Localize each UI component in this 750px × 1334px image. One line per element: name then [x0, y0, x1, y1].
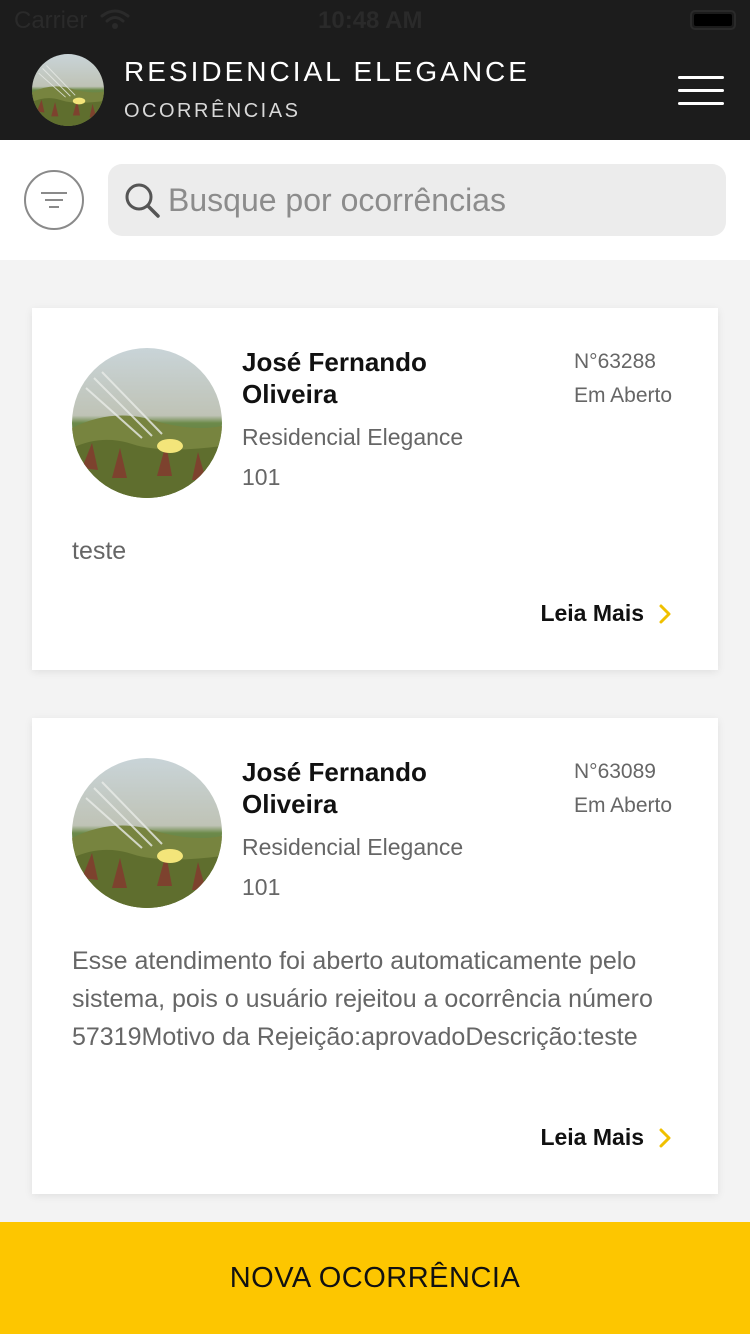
- read-more-button[interactable]: Leia Mais: [540, 600, 672, 627]
- battery-icon: [690, 10, 736, 30]
- search-toolbar: [0, 140, 750, 260]
- occurrence-number: N°63288: [574, 350, 656, 373]
- occurrence-card[interactable]: José Fernando Oliveira Residencial Elega…: [32, 308, 718, 670]
- status-time: 10:48 AM: [318, 7, 423, 34]
- occurrence-status: Em Aberto: [574, 794, 673, 817]
- app-header: Carrier 10:48 AM RESIDENCIAL ELEGANCE OC…: [0, 0, 750, 140]
- section-subtitle: OCORRÊNCIAS: [124, 100, 301, 122]
- user-avatar: [72, 348, 222, 498]
- read-more-button[interactable]: Leia Mais: [540, 1124, 672, 1151]
- occurrence-description: teste: [72, 537, 127, 565]
- menu-icon[interactable]: [678, 76, 724, 106]
- status-bar: Carrier 10:48 AM: [0, 0, 750, 40]
- condo-name: Residencial Elegance: [242, 834, 464, 860]
- occurrence-card[interactable]: José Fernando Oliveira Residencial Elega…: [32, 718, 718, 1194]
- occurrence-number: N°63089: [574, 760, 656, 783]
- chevron-right-icon: [659, 1128, 671, 1147]
- carrier-label: Carrier: [14, 7, 88, 34]
- user-avatar: [72, 758, 222, 908]
- new-occurrence-button[interactable]: NOVA OCORRÊNCIA: [0, 1222, 750, 1334]
- user-name: José Fernando Oliveira: [242, 757, 427, 819]
- read-more-label: Leia Mais: [540, 600, 644, 626]
- condo-title: RESIDENCIAL ELEGANCE: [124, 56, 530, 87]
- search-icon: [125, 183, 160, 218]
- search-bar: [108, 164, 726, 236]
- chevron-right-icon: [659, 604, 671, 623]
- unit-number: 101: [242, 874, 281, 900]
- filter-icon[interactable]: [24, 170, 84, 230]
- occurrence-description: Esse atendimento foi aberto automaticame…: [72, 947, 653, 1051]
- condo-avatar: [32, 54, 104, 126]
- user-name: José Fernando Oliveira: [242, 347, 427, 409]
- wifi-icon: [100, 9, 130, 29]
- read-more-label: Leia Mais: [540, 1124, 644, 1150]
- condo-name: Residencial Elegance: [242, 424, 464, 450]
- occurrence-status: Em Aberto: [574, 384, 673, 407]
- search-input[interactable]: [168, 164, 708, 236]
- unit-number: 101: [242, 464, 281, 490]
